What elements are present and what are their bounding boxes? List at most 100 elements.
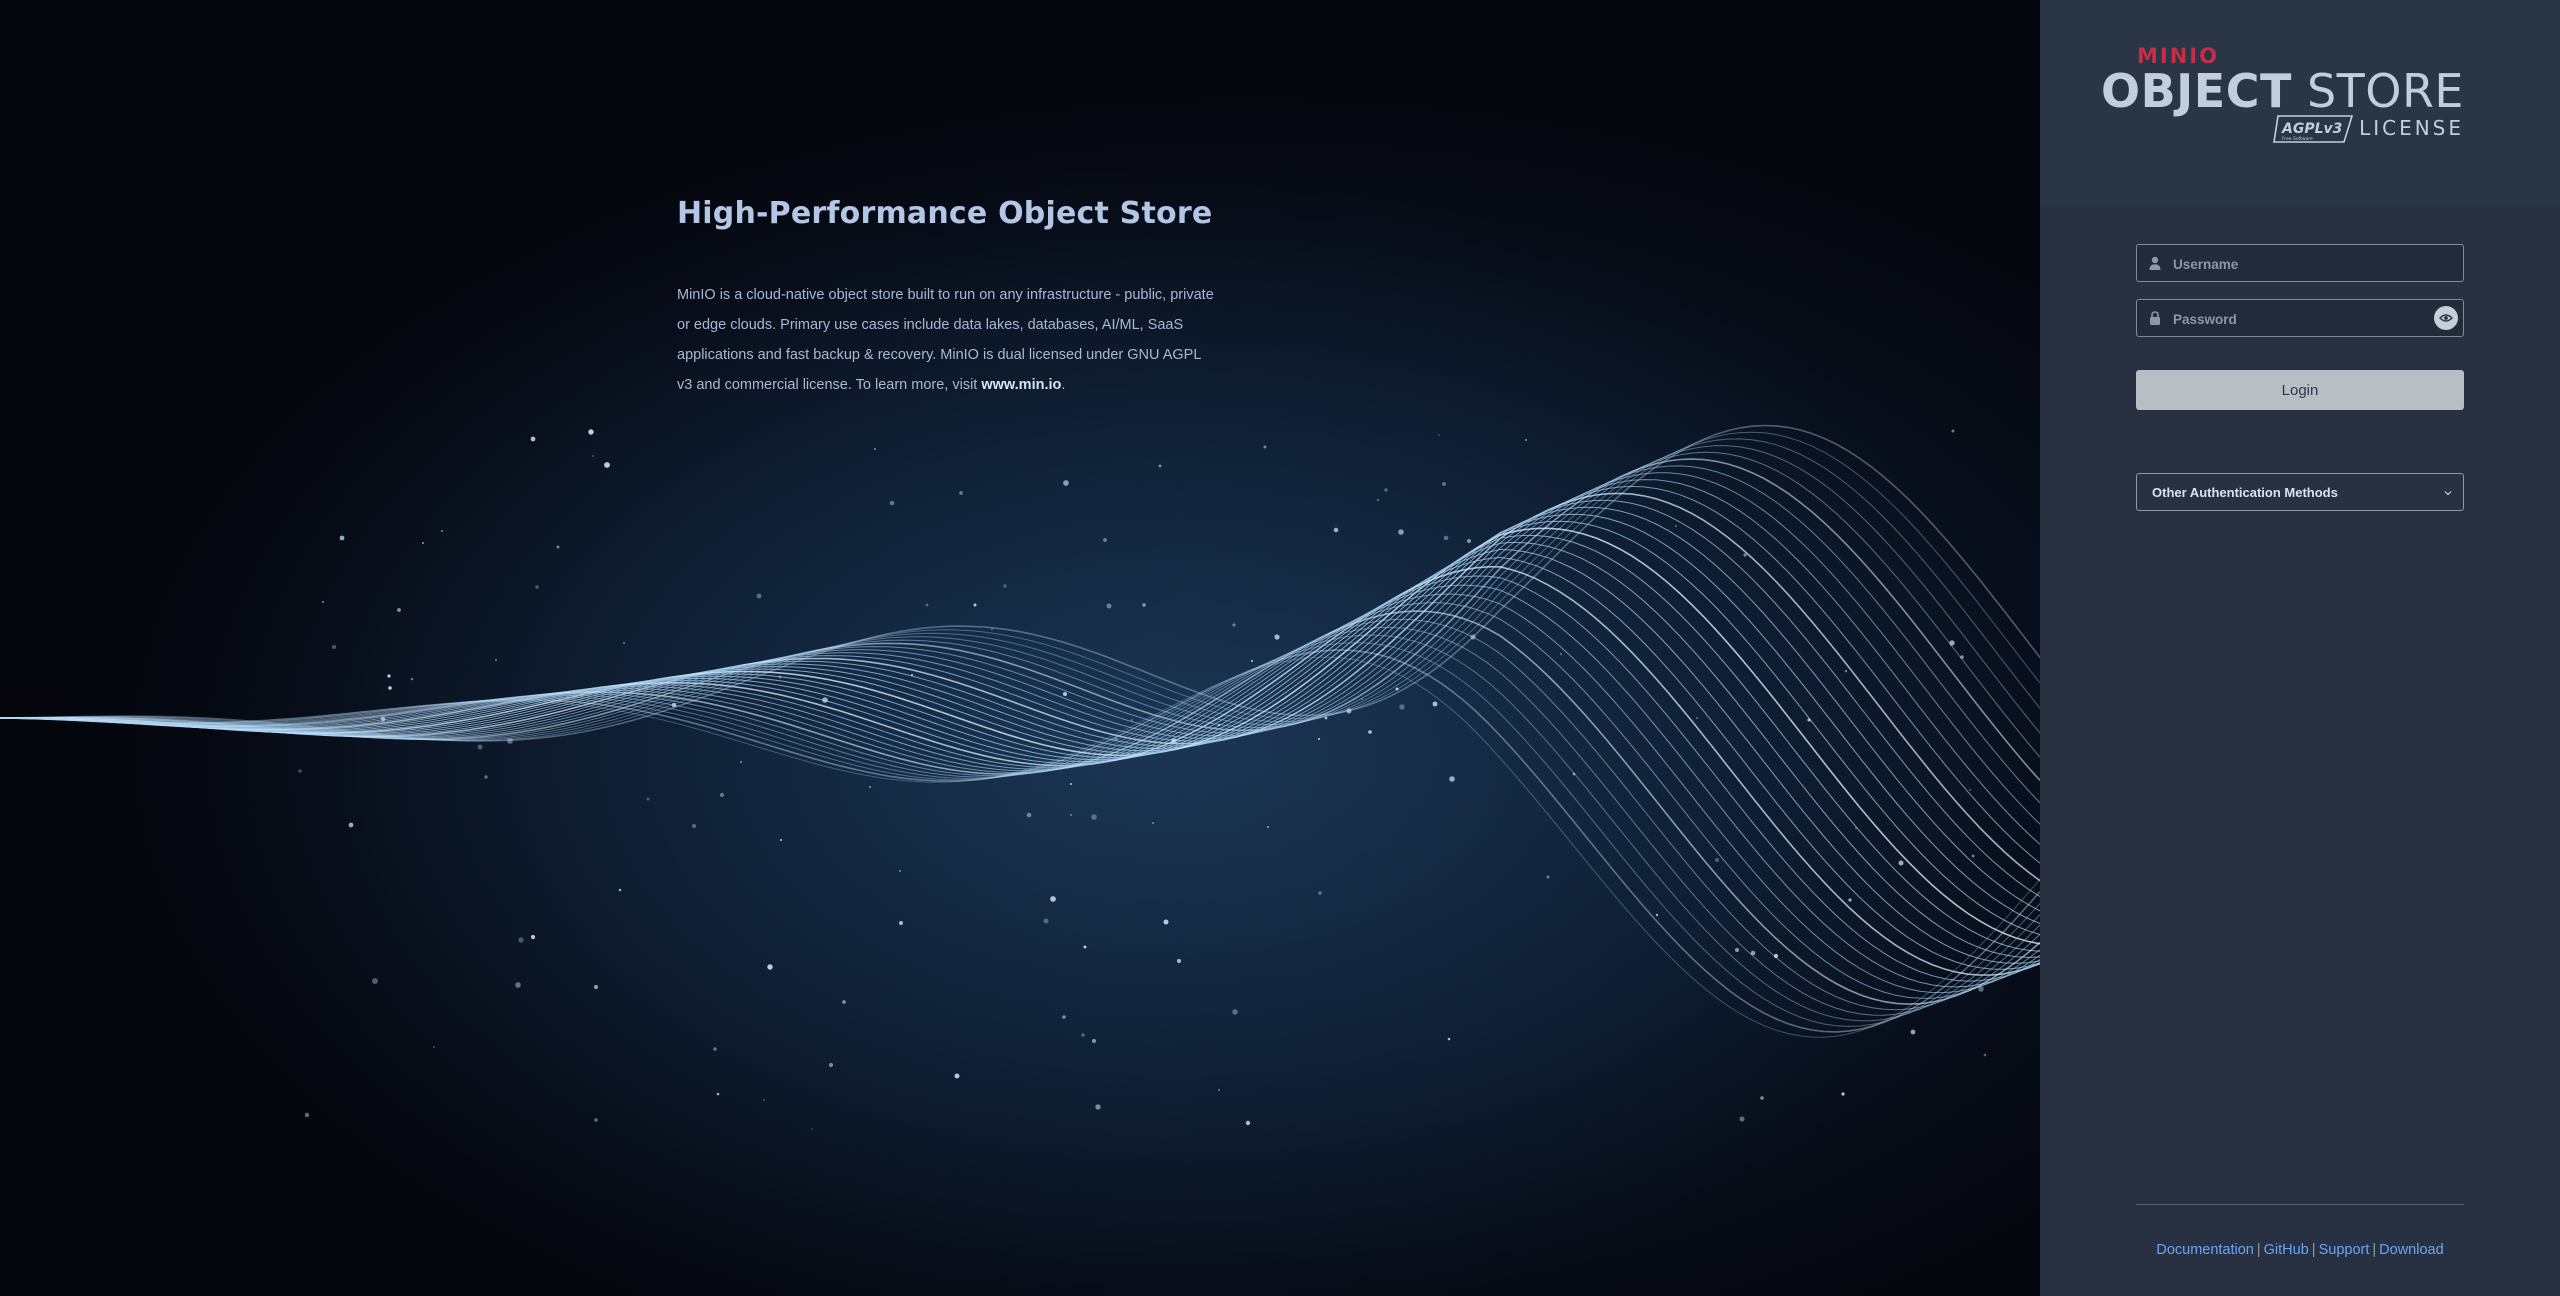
hero-description-end: . bbox=[1061, 377, 1066, 393]
username-input[interactable] bbox=[2171, 245, 2425, 283]
wave-particle bbox=[1560, 653, 1562, 655]
wave-particle bbox=[1674, 524, 1678, 528]
wave-particle bbox=[1807, 718, 1811, 722]
wave-particle bbox=[1063, 480, 1069, 486]
wave-particle bbox=[1250, 659, 1254, 663]
wave-particle bbox=[1546, 875, 1550, 879]
wave-particle bbox=[1760, 1096, 1764, 1100]
support-link[interactable]: Support bbox=[2319, 1242, 2370, 1258]
wave-particle bbox=[1151, 821, 1155, 825]
documentation-link[interactable]: Documentation bbox=[2156, 1242, 2254, 1258]
wave-particle bbox=[925, 603, 929, 607]
wave-particle bbox=[331, 644, 337, 650]
wave-particle bbox=[1274, 634, 1280, 640]
wave-particle bbox=[592, 455, 594, 457]
wave-particle bbox=[1735, 948, 1739, 952]
download-link[interactable]: Download bbox=[2379, 1242, 2444, 1258]
wave-particle bbox=[1070, 814, 1072, 816]
wave-particle bbox=[1318, 891, 1322, 895]
wave-particle bbox=[618, 888, 622, 892]
wave-particle bbox=[889, 500, 895, 506]
agpl-badge-icon: AGPLv3 Free Software bbox=[2273, 115, 2354, 143]
wave-particle bbox=[1696, 717, 1698, 719]
wave-particle bbox=[530, 436, 536, 442]
wave-particle bbox=[1524, 438, 1528, 442]
wave-particle bbox=[1855, 827, 1857, 829]
wave-particle bbox=[1026, 812, 1032, 818]
wave-particle bbox=[899, 870, 901, 872]
wave-particle bbox=[1841, 1092, 1845, 1096]
wave-particle bbox=[767, 964, 773, 970]
wave-particle bbox=[422, 542, 424, 544]
other-auth-methods-dropdown[interactable]: Other Authentication Methods bbox=[2136, 473, 2464, 511]
wave-particle bbox=[1368, 730, 1372, 734]
password-field[interactable] bbox=[2136, 299, 2464, 338]
github-link[interactable]: GitHub bbox=[2264, 1242, 2309, 1258]
wave-particle bbox=[477, 744, 483, 750]
wave-particle bbox=[822, 697, 828, 703]
wave-particle bbox=[604, 462, 610, 468]
wave-particle bbox=[1971, 854, 1975, 858]
wave-particle bbox=[1232, 623, 1236, 627]
wave-particle bbox=[1432, 701, 1438, 707]
login-panel: MINIO OBJECT STORE AGPLv3 Free Software … bbox=[2040, 0, 2560, 1296]
wave-particle bbox=[899, 921, 903, 925]
wave-particle bbox=[1398, 529, 1404, 535]
footer-separator: | bbox=[2311, 1242, 2316, 1258]
wave-particle bbox=[397, 608, 401, 612]
wave-particle bbox=[874, 448, 876, 450]
product-title-light: STORE bbox=[2306, 64, 2464, 118]
wave-particle bbox=[671, 702, 677, 708]
wave-particle bbox=[1442, 482, 1446, 486]
logo-area: MINIO OBJECT STORE AGPLv3 Free Software … bbox=[2040, 0, 2560, 206]
footer-separator: | bbox=[2256, 1242, 2261, 1258]
wave-particle bbox=[1218, 1089, 1220, 1091]
wave-particle bbox=[1091, 814, 1097, 820]
hero-description-text: MinIO is a cloud-native object store bui… bbox=[677, 287, 1214, 393]
wave-particle bbox=[1324, 716, 1328, 720]
wave-particle bbox=[1062, 1015, 1066, 1019]
hero-section: High-Performance Object Store MinIO is a… bbox=[0, 0, 2040, 1296]
agpl-badge-text: AGPLv3 bbox=[2281, 121, 2342, 137]
wave-particle bbox=[1070, 783, 1072, 785]
show-password-button[interactable] bbox=[2434, 306, 2458, 330]
wave-particle bbox=[1438, 434, 1440, 436]
minio-website-link[interactable]: www.min.io bbox=[981, 377, 1061, 393]
wave-particle bbox=[1003, 584, 1007, 588]
product-title-bold: OBJECT bbox=[2101, 64, 2292, 118]
wave-particle bbox=[433, 1046, 435, 1048]
wave-particle bbox=[1095, 1104, 1101, 1110]
user-icon bbox=[2149, 256, 2161, 270]
wave-particle bbox=[556, 545, 560, 549]
wave-particle bbox=[713, 1047, 717, 1051]
wave-particle bbox=[1470, 634, 1476, 640]
wave-particle bbox=[518, 937, 524, 943]
eye-icon bbox=[2439, 314, 2453, 322]
wave-particle bbox=[1263, 445, 1267, 449]
wave-particle bbox=[1969, 789, 1971, 791]
username-field[interactable] bbox=[2136, 244, 2464, 283]
wave-particle bbox=[1131, 719, 1133, 721]
wave-particle bbox=[1739, 1116, 1745, 1122]
wave-particle bbox=[1983, 1053, 1987, 1057]
login-button[interactable]: Login bbox=[2136, 370, 2464, 410]
wave-particle bbox=[1844, 669, 1848, 673]
wave-particle bbox=[388, 686, 392, 690]
wave-particle bbox=[410, 677, 414, 681]
wave-particle bbox=[1449, 776, 1455, 782]
wave-particle bbox=[1043, 918, 1049, 924]
wave-particle bbox=[740, 761, 742, 763]
wave-particle bbox=[778, 675, 782, 679]
wave-particle bbox=[779, 838, 783, 842]
lock-icon bbox=[2150, 311, 2160, 325]
wave-particle bbox=[1346, 708, 1352, 714]
footer-divider bbox=[2136, 1204, 2464, 1205]
wave-particle bbox=[1384, 488, 1388, 492]
password-input[interactable] bbox=[2171, 300, 2425, 338]
wave-particle bbox=[1318, 738, 1320, 740]
wave-particle bbox=[1091, 1038, 1097, 1044]
wave-particle bbox=[1106, 603, 1112, 609]
wave-particle bbox=[1333, 527, 1339, 533]
wave-particle bbox=[372, 978, 378, 984]
wave-particle bbox=[719, 792, 725, 798]
